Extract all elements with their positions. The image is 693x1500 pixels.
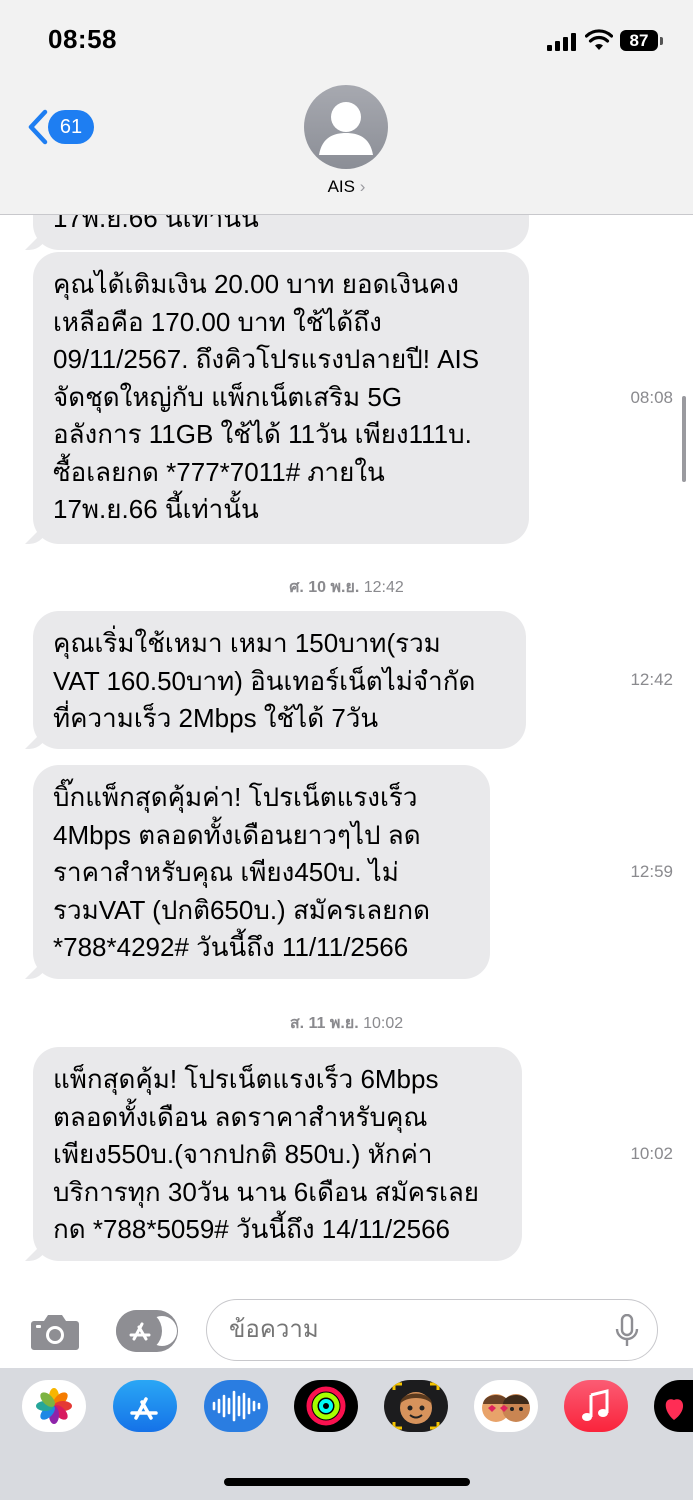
app-store-app-icon[interactable] xyxy=(113,1380,177,1432)
date-separator-day: ศ. 10 พ.ย. xyxy=(289,579,360,596)
message-bubble[interactable]: บิ๊กแพ็กสุดคุ้มค่า! โปรเน็ตแรงเร็ว 4Mbps… xyxy=(33,765,490,979)
date-separator: ส. 11 พ.ย. 10:02 xyxy=(0,1011,693,1036)
contact-name-label: AIS xyxy=(327,177,355,196)
contact-name[interactable]: AIS › xyxy=(0,177,693,197)
camera-icon[interactable] xyxy=(30,1311,80,1351)
message-line: ราคาสำหรับคุณ เพียง450บ. ไม่ xyxy=(53,857,399,887)
date-separator-day: ส. 11 พ.ย. xyxy=(289,1015,359,1032)
photos-app-icon[interactable] xyxy=(22,1380,86,1432)
home-indicator[interactable] xyxy=(224,1478,470,1486)
message-line: กด *788*5059# วันนี้ถึง 14/11/2566 xyxy=(53,1214,450,1244)
message-timestamp: 12:59 xyxy=(630,862,673,881)
person-icon xyxy=(319,102,373,155)
message-line: แพ็กสุดคุ้ม! โปรเน็ตแรงเร็ว 6Mbps xyxy=(53,1064,439,1094)
message-line: 17พ.ย.66 นี้เท่านั้น xyxy=(53,494,259,524)
message-line: 4Mbps ตลอดทั้งเดือนยาวๆไป ลด xyxy=(53,819,421,850)
message-line: บริการทุก 30วัน นาน 6เดือน สมัครเลย xyxy=(53,1176,480,1207)
photos-flower-icon xyxy=(36,1388,72,1424)
date-separator-time: 10:02 xyxy=(363,1015,404,1032)
message-bubble[interactable]: คุณเริ่มใช้เหมา เหมา 150บาท(รวม VAT 160.… xyxy=(33,611,526,749)
message-line: ตลอดทั้งเดือน ลดราคาสำหรับคุณ xyxy=(53,1101,428,1132)
message-line: VAT 160.50บาท) อินเทอร์เน็ตไม่จำกัด xyxy=(53,665,476,696)
message-line: ที่ความเร็ว 2Mbps ใช้ได้ 7วัน xyxy=(53,703,379,733)
unread-count-badge[interactable]: 61 xyxy=(48,110,94,144)
battery-cap-icon xyxy=(660,37,663,45)
message-timestamp: 08:08 xyxy=(630,388,673,407)
message-line: คุณได้เติมเงิน 20.00 บาท ยอดเงินคง xyxy=(53,269,459,299)
audio-message-app-icon[interactable] xyxy=(204,1380,268,1432)
message-line: รวมVAT (ปกติ650บ.) สมัครเลยกด xyxy=(53,894,430,925)
date-separator-time: 12:42 xyxy=(363,579,404,596)
status-time: 08:58 xyxy=(48,24,117,54)
app-store-icon xyxy=(116,1310,177,1352)
message-bubble[interactable]: คุณได้เติมเงิน 20.00 บาท ยอดเงินคง เหลือ… xyxy=(33,252,529,544)
memoji-app-icon[interactable] xyxy=(384,1380,448,1432)
message-line: อลังการ 11GB ใช้ได้ 11วัน เพียง111บ. xyxy=(53,419,472,449)
memoji-stickers-app-icon[interactable] xyxy=(474,1380,538,1432)
scroll-indicator[interactable] xyxy=(682,396,686,482)
message-line: บิ๊กแพ็กสุดคุ้มค่า! โปรเน็ตแรงเร็ว xyxy=(53,782,418,812)
date-separator: ศ. 10 พ.ย. 12:42 xyxy=(0,575,693,600)
chevron-right-icon: › xyxy=(359,177,366,196)
wifi-icon xyxy=(585,29,613,50)
message-line: *788*4292# วันนี้ถึง 11/11/2566 xyxy=(53,932,409,962)
message-line: เหลือคือ 170.00 บาท ใช้ได้ถึง xyxy=(53,306,382,337)
message-line: ซื้อเลยกด *777*7011# ภายใน xyxy=(53,456,385,487)
music-app-icon[interactable] xyxy=(564,1380,628,1432)
waveform-icon xyxy=(212,1390,261,1422)
contact-avatar[interactable] xyxy=(304,85,388,169)
message-line: คุณเริ่มใช้เหมา เหมา 150บาท(รวม xyxy=(53,628,441,658)
back-chevron-icon[interactable] xyxy=(26,108,50,146)
message-line: 09/11/2567. ถึงคิวโปรแรงปลายปี! AIS xyxy=(53,344,480,374)
memoji-stickers-icon xyxy=(482,1394,530,1422)
message-line: จัดชุดใหญ่กับ แพ็กเน็ตเสริม 5G xyxy=(53,381,403,412)
activity-rings-icon xyxy=(306,1386,346,1426)
battery-icon: 87 xyxy=(620,30,658,51)
app-store-glyph-icon xyxy=(130,1397,158,1420)
app-store-button[interactable] xyxy=(116,1310,178,1352)
message-line: เพียง550บ.(จากปกติ 850บ.) หักค่า xyxy=(53,1139,433,1169)
message-timestamp: 12:42 xyxy=(630,670,673,689)
memoji-face-icon xyxy=(392,1382,440,1430)
message-bubble[interactable]: แพ็กสุดคุ้ม! โปรเน็ตแรงเร็ว 6Mbps ตลอดทั… xyxy=(33,1047,522,1261)
activity-app-icon[interactable] xyxy=(294,1380,358,1432)
music-note-icon xyxy=(582,1389,609,1421)
cellular-signal-icon xyxy=(547,33,579,51)
conversation-header: 08:58 87 61 AIS › xyxy=(0,0,693,215)
message-input[interactable] xyxy=(206,1299,658,1361)
microphone-icon[interactable] xyxy=(614,1314,640,1348)
message-timestamp: 10:02 xyxy=(630,1144,673,1163)
